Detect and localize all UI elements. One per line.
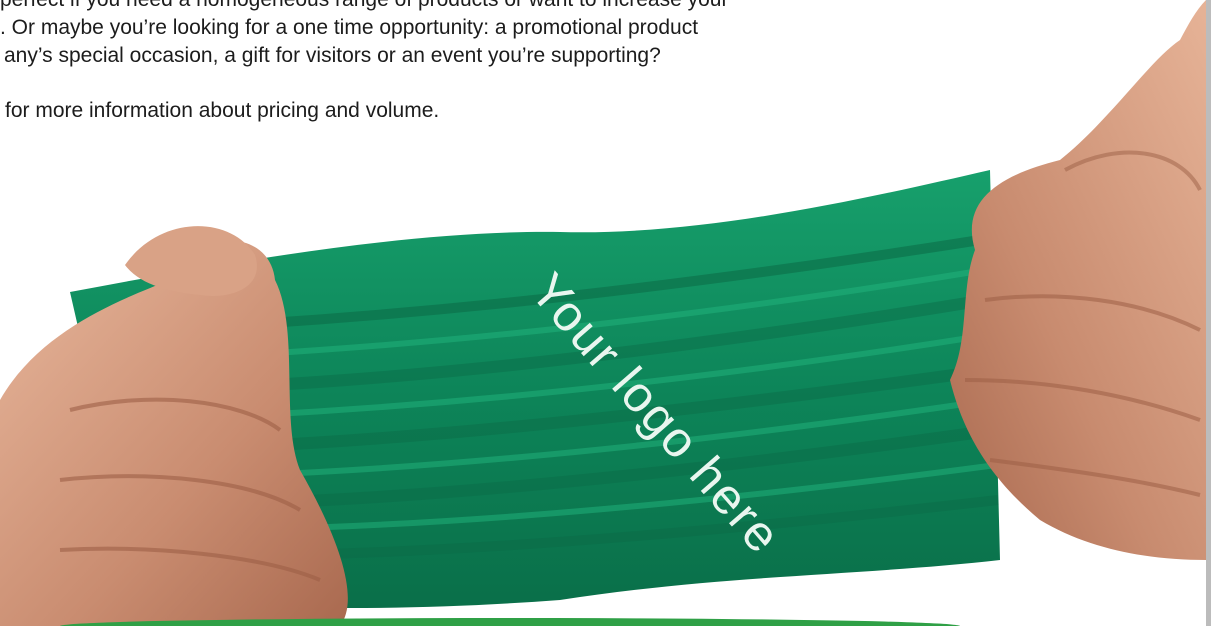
page: perfect if you need a homogeneous range … [0,0,1211,626]
resistance-band-photo: Your logo here [0,0,1206,626]
scrollbar[interactable] [1206,0,1211,626]
